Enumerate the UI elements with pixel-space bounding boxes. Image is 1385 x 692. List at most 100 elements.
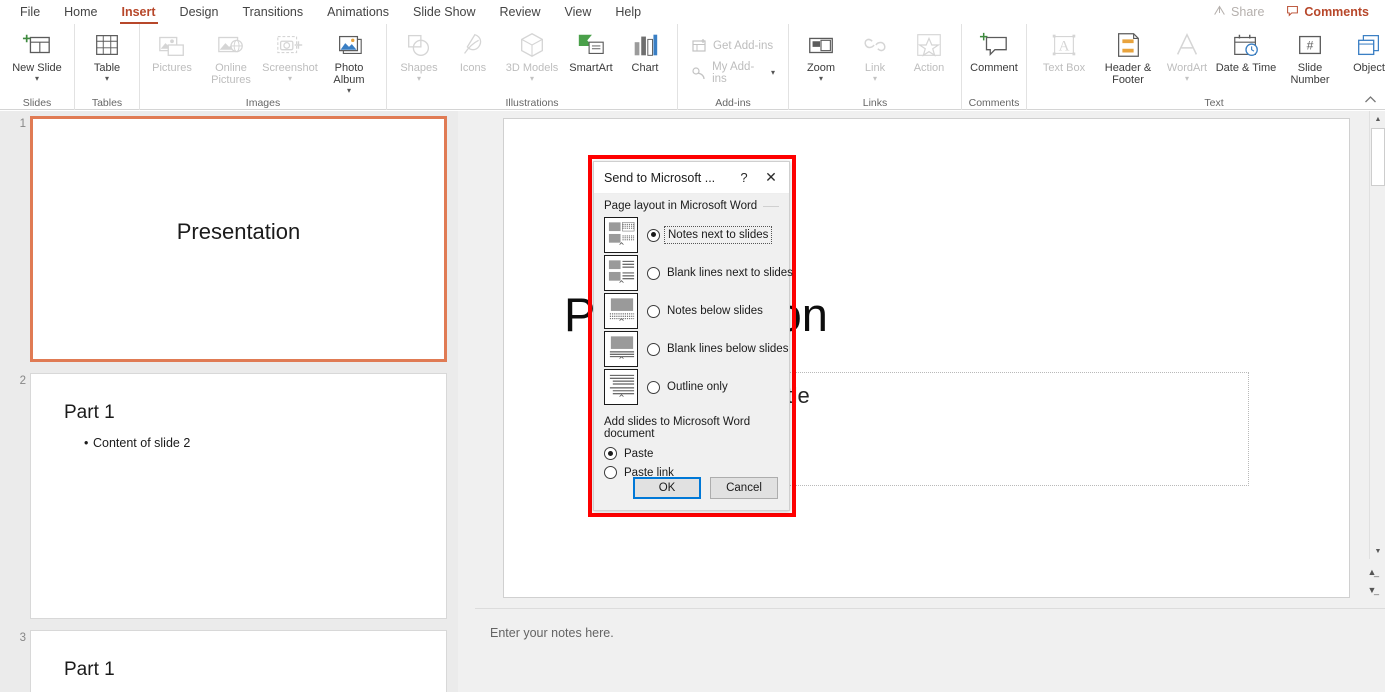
radio-button[interactable]: [647, 228, 660, 242]
chevron-down-icon[interactable]: ▾: [35, 74, 39, 83]
icons-icon: [458, 29, 488, 61]
chevron-down-icon[interactable]: ▾: [105, 74, 109, 83]
layout-option-blank-lines-below-slides[interactable]: Blank lines below slides: [604, 330, 788, 368]
slide-thumbnail-2[interactable]: Part 1 Content of slide 2: [30, 373, 447, 619]
send-to-microsoft-word-dialog[interactable]: Send to Microsoft ... ? ✕ Page layout in…: [593, 161, 793, 511]
ribbon-button-photo-album[interactable]: Photo Album ▾: [317, 27, 381, 95]
ribbon-button-table[interactable]: Table ▾: [80, 27, 134, 83]
collapse-ribbon-icon[interactable]: [1364, 93, 1377, 107]
layout-option-notes-below-slides[interactable]: Notes below slides: [604, 292, 779, 330]
paste-option-paste[interactable]: Paste: [604, 444, 779, 463]
ribbon-tab-transitions[interactable]: Transitions: [230, 2, 315, 23]
chevron-down-icon[interactable]: ▾: [1185, 74, 1189, 83]
ribbon-button-comment[interactable]: Comment: [967, 27, 1021, 74]
ribbon-button-zoom[interactable]: Zoom ▾: [794, 27, 848, 83]
ribbon-button-label: Header & Footer: [1104, 62, 1152, 86]
ribbon-button-icons: Icons: [446, 27, 500, 74]
ribbon-group-items: Shapes ▾ Icons 3D Models ▾ SmartArt Chart: [392, 27, 672, 95]
ribbon-button-slide-number[interactable]: # Slide Number: [1278, 27, 1342, 86]
ribbon-button-shapes: Shapes ▾: [392, 27, 446, 83]
header-footer-icon: [1113, 29, 1143, 61]
dialog-close-button[interactable]: ✕: [757, 169, 785, 186]
dialog-body: Page layout in Microsoft Word Notes next…: [594, 194, 793, 482]
ribbon-button-label: Online Pictures: [211, 62, 251, 86]
ribbon-tab-view[interactable]: View: [553, 2, 604, 23]
ribbon-tab-home[interactable]: Home: [52, 2, 109, 23]
ribbon-group-items: A Text Box Header & Footer WordArt ▾ Date & T…: [1032, 27, 1385, 95]
ribbon-button-label: WordArt: [1166, 62, 1208, 74]
cancel-button[interactable]: Cancel: [710, 477, 778, 499]
dialog-title-bar[interactable]: Send to Microsoft ... ? ✕: [594, 162, 789, 194]
wordart-icon: [1172, 29, 1202, 61]
previous-slide-button[interactable]: ▲̲: [1362, 563, 1382, 580]
ribbon-button-object[interactable]: Object: [1342, 27, 1385, 74]
layout-option-outline-only[interactable]: Outline only: [604, 368, 779, 406]
ribbon-tab-review[interactable]: Review: [488, 2, 553, 23]
notes-pane[interactable]: Enter your notes here.: [475, 608, 1385, 692]
dialog-help-button[interactable]: ?: [731, 170, 757, 185]
layout-option-label: Notes below slides: [667, 305, 763, 317]
chevron-down-icon[interactable]: ▾: [417, 74, 421, 83]
slide-scroll-up-button[interactable]: ▲: [1370, 111, 1385, 127]
ribbon-tab-file[interactable]: File: [8, 2, 52, 23]
ribbon-tab-design[interactable]: Design: [168, 2, 231, 23]
ribbon-button-label: Action: [913, 62, 945, 74]
slide-thumbnail-pane[interactable]: 1 Presentation 2 Part 1 Content of slide 2 3 P…: [0, 111, 458, 692]
ribbon-button-action: Action: [902, 27, 956, 74]
my-addins-icon: [691, 64, 707, 81]
slide-scroll-thumb[interactable]: [1371, 128, 1385, 186]
ok-button[interactable]: OK: [633, 477, 701, 499]
share-button[interactable]: Share: [1203, 1, 1274, 23]
ribbon-button-label: Shapes: [400, 62, 438, 74]
powerpoint-window: File Home Insert Design Transitions Animation…: [0, 0, 1385, 692]
slide-number-label: 3: [19, 632, 26, 644]
slide-thumbnail-1[interactable]: Presentation: [30, 116, 447, 362]
radio-button[interactable]: [604, 447, 617, 460]
slide-thumbnail-3[interactable]: Part 1: [30, 630, 447, 692]
thumbnail-row: 1 Presentation: [0, 116, 458, 362]
notes-below-slides-preview: [604, 293, 638, 329]
ribbon-group-label: Comments: [968, 97, 1020, 109]
chevron-down-icon[interactable]: ▾: [347, 86, 351, 95]
ribbon-button-date-time[interactable]: Date & Time: [1214, 27, 1278, 74]
ribbon-group-items: Pictures Online Pictures Screenshot ▾ Photo …: [145, 27, 381, 95]
radio-button[interactable]: [647, 380, 660, 394]
thumbnail-row: 2 Part 1 Content of slide 2: [0, 373, 458, 619]
chevron-down-icon[interactable]: ▾: [873, 74, 877, 83]
ribbon-tab-help[interactable]: Help: [603, 2, 653, 23]
ribbon-button-label: Chart: [631, 62, 659, 74]
chevron-down-icon[interactable]: ▾: [530, 74, 534, 83]
thumbnail-title: Part 1: [64, 659, 115, 680]
ribbon-tab-insert[interactable]: Insert: [110, 2, 168, 25]
chevron-down-icon[interactable]: ▾: [288, 74, 292, 83]
radio-button[interactable]: [647, 342, 660, 356]
comment-icon: [979, 29, 1009, 61]
layout-option-label: Blank lines below slides: [667, 343, 789, 355]
layout-option-notes-next-to-slides[interactable]: Notes next to slides: [604, 216, 779, 254]
ribbon-button-header-footer[interactable]: Header & Footer: [1096, 27, 1160, 86]
link-icon: [860, 29, 890, 61]
ribbon-tab-animations[interactable]: Animations: [315, 2, 401, 23]
ribbon-button-label: Photo Album: [333, 62, 365, 86]
slide-scroll-down-button[interactable]: ▼: [1370, 543, 1385, 559]
ribbon-button-label: Object: [1353, 62, 1385, 74]
comments-label: Comments: [1304, 5, 1369, 19]
notes-next-to-slides-preview: [604, 217, 638, 253]
slide-view-scrollbar[interactable]: ▲ ▼: [1369, 111, 1385, 559]
radio-button[interactable]: [647, 304, 660, 318]
chevron-down-icon[interactable]: ▾: [819, 74, 823, 83]
ribbon-group-items: Zoom ▾ Link ▾ Action: [794, 27, 956, 95]
ribbon-button-smartart[interactable]: SmartArt: [564, 27, 618, 74]
chart-icon: [630, 29, 660, 61]
radio-button[interactable]: [647, 266, 660, 280]
slide-number-label: 2: [19, 375, 26, 387]
thumbnail-bullet: Content of slide 2: [84, 436, 190, 450]
comments-button[interactable]: Comments: [1276, 1, 1379, 23]
ribbon-tab-slide-show[interactable]: Slide Show: [401, 2, 488, 23]
layout-option-blank-lines-next-to-slides[interactable]: Blank lines next to slides: [604, 254, 793, 292]
ribbon-button-label: Icons: [459, 62, 487, 74]
svg-text:A: A: [1059, 39, 1070, 55]
ribbon-button-new-slide[interactable]: New Slide ▾: [5, 27, 69, 83]
ribbon-button-chart[interactable]: Chart: [618, 27, 672, 74]
next-slide-button[interactable]: ▼̲: [1362, 581, 1382, 598]
